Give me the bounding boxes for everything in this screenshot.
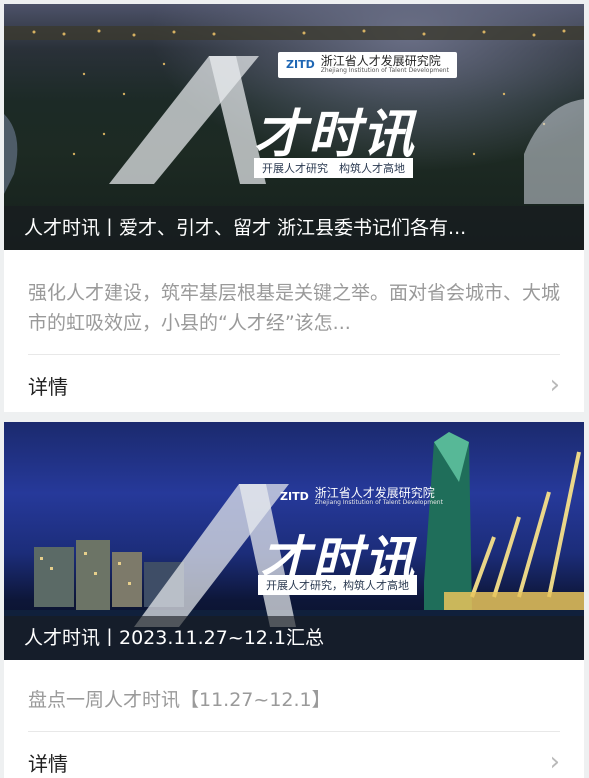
institute-emblem-icon: ZITD xyxy=(280,490,309,504)
detail-label: 详情 xyxy=(28,751,68,776)
institute-logo: ZITD 浙江省人才发展研究院 Zhejiang Institution of … xyxy=(272,484,451,510)
cover-slogan: 开展人才研究，构筑人才高地 xyxy=(258,575,417,595)
cover-slogan: 开展人才研究 构筑人才高地 xyxy=(254,158,413,178)
institute-name-en: Zhejiang Institution of Talent Developme… xyxy=(314,499,443,507)
brand-wordmark: 才时讯 xyxy=(254,105,417,165)
chevron-right-icon: › xyxy=(549,747,560,777)
detail-link[interactable]: 详情 › xyxy=(28,731,560,778)
article-card[interactable]: ZITD 浙江省人才发展研究院 Zhejiang Institution of … xyxy=(4,4,584,412)
article-feed: ZITD 浙江省人才发展研究院 Zhejiang Institution of … xyxy=(0,0,589,778)
detail-label: 详情 xyxy=(28,374,68,399)
institute-emblem-icon: ZITD xyxy=(286,58,315,72)
institute-name-en: Zhejiang Institution of Talent Developme… xyxy=(320,67,449,75)
article-title[interactable]: 人才时讯丨2023.11.27~12.1汇总 xyxy=(4,616,584,660)
chevron-right-icon: › xyxy=(549,370,560,400)
article-summary: 强化人才建设，筑牢基层根基是关键之举。面对省会城市、大城市的虹吸效应，小县的“人… xyxy=(28,282,561,334)
institute-name: 浙江省人才发展研究院 xyxy=(320,54,441,68)
article-cover-image[interactable]: ZITD 浙江省人才发展研究院 Zhejiang Institution of … xyxy=(4,4,584,250)
institute-name: 浙江省人才发展研究院 xyxy=(314,486,435,500)
article-title[interactable]: 人才时讯丨爱才、引才、留才 浙江县委书记们各有... xyxy=(4,206,584,250)
article-card[interactable]: ZITD 浙江省人才发展研究院 Zhejiang Institution of … xyxy=(4,422,584,778)
article-cover-image[interactable]: ZITD 浙江省人才发展研究院 Zhejiang Institution of … xyxy=(4,422,584,660)
article-summary: 盘点一周人才时讯【11.27~12.1】 xyxy=(28,689,331,711)
institute-logo: ZITD 浙江省人才发展研究院 Zhejiang Institution of … xyxy=(278,52,457,78)
detail-link[interactable]: 详情 › xyxy=(28,354,560,412)
